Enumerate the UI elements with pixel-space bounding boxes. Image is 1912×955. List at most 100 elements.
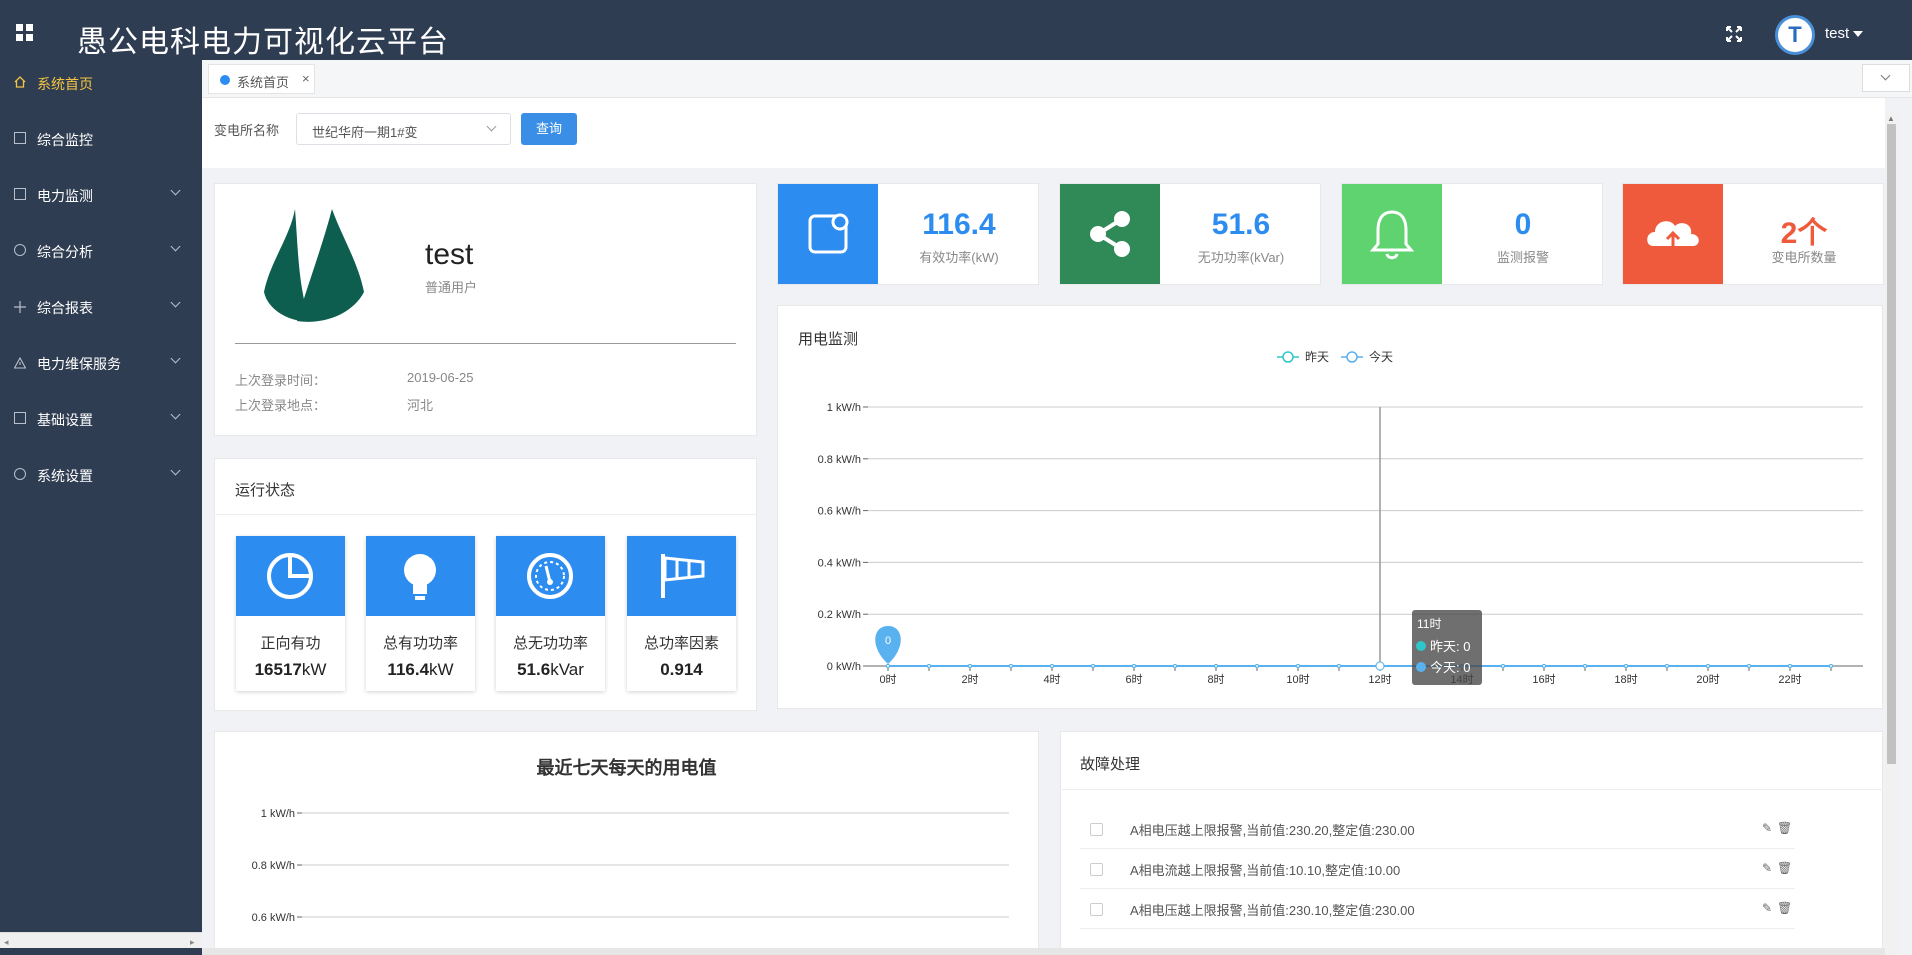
monitor-grid-icon	[14, 132, 26, 144]
chevron-down-icon	[170, 353, 181, 364]
data-point	[927, 664, 931, 668]
fault-checkbox[interactable]	[1090, 823, 1103, 836]
avatar[interactable]	[1775, 15, 1815, 55]
sidebar-item-home[interactable]: 系统首页	[0, 60, 202, 104]
data-point	[1132, 664, 1136, 668]
data-point	[1583, 664, 1587, 668]
run-item-value: 51.6	[517, 660, 551, 679]
sidebar-item-power-monitoring[interactable]: 电力监测	[0, 172, 202, 216]
data-point	[1050, 664, 1054, 668]
sidebar-item-basic-settings[interactable]: 基础设置	[0, 396, 202, 440]
run-item-power-factor: 总功率因素 0.914	[627, 536, 736, 691]
edit-icon[interactable]: ✎	[1762, 861, 1772, 875]
x-tick-label: 6时	[1125, 673, 1142, 686]
edit-icon[interactable]: ✎	[1762, 901, 1772, 915]
tooltip-marker	[1416, 662, 1426, 672]
y-tick-label: 0.6 kW/h	[818, 506, 861, 518]
data-point	[1214, 664, 1218, 668]
user-menu-name[interactable]: test	[1825, 25, 1849, 42]
bell-icon	[1342, 184, 1442, 284]
fault-row[interactable]: A相电压越上限报警,当前值:230.10,整定值:230.00 ✎ 🗑	[1080, 889, 1795, 929]
power-monitoring-chart[interactable]: 昨天 今天 0 kW/h 0.2 kW/h 0.4 kW/h 0.6 kW/h 0.8 kW…	[777, 305, 1883, 709]
stat-card-reactive-power[interactable]: 51.6 无功功率(kVar)	[1059, 183, 1321, 285]
user-name: test	[425, 238, 474, 271]
scroll-left-icon[interactable]: ◂	[4, 937, 9, 948]
bottom-strip	[202, 948, 1885, 955]
stat-card-alarms[interactable]: 0 监测报警	[1341, 183, 1603, 285]
stat-label: 变电所数量	[1771, 250, 1837, 265]
close-icon[interactable]: ×	[302, 71, 310, 86]
y-tick-label: 1 kW/h	[261, 808, 295, 820]
stat-label: 无功功率(kVar)	[1197, 250, 1285, 265]
sidebar-horizontal-scrollbar[interactable]: ◂ ▸	[0, 932, 202, 948]
tooltip-row: 昨天: 0	[1430, 639, 1470, 654]
data-point	[1009, 664, 1013, 668]
scroll-up-icon[interactable]: ▲	[1887, 114, 1895, 123]
edit-icon[interactable]: ✎	[1762, 821, 1772, 835]
warning-icon	[13, 356, 27, 369]
run-item-value-wrap: 116.4kW	[366, 660, 475, 680]
data-point	[1173, 664, 1177, 668]
y-tick-label: 0 kW/h	[827, 661, 861, 673]
run-item-label: 正向有功	[260, 635, 321, 652]
stat-label: 监测报警	[1496, 250, 1549, 265]
trash-icon[interactable]: 🗑	[1777, 861, 1792, 875]
sidebar-item-label: 系统设置	[37, 468, 93, 484]
sidebar-item-monitor[interactable]: 综合监控	[0, 116, 202, 160]
sidebar-item-label: 综合分析	[37, 244, 93, 260]
sidebar-item-reports[interactable]: 综合报表	[0, 284, 202, 328]
y-tick-label: 0.6 kW/h	[252, 912, 295, 924]
tabs-dropdown-button[interactable]	[1862, 64, 1910, 92]
x-tick-label: 10时	[1286, 673, 1309, 686]
x-tick-label: 18时	[1614, 673, 1637, 686]
home-icon	[14, 76, 26, 88]
run-item-value-wrap: 0.914	[627, 660, 736, 680]
data-point	[1788, 664, 1792, 668]
fault-message: A相电压越上限报警,当前值:230.20,整定值:230.00	[1130, 823, 1415, 838]
top-header: 愚公电科电力可视化云平台 test	[0, 0, 1912, 60]
menu-grid-icon[interactable]	[16, 24, 34, 42]
substation-select-value: 世纪华府一期1#变	[312, 125, 418, 140]
fault-row[interactable]: A相电流越上限报警,当前值:10.10,整定值:10.00 ✎ 🗑	[1080, 849, 1795, 889]
fault-checkbox[interactable]	[1090, 903, 1103, 916]
share-icon	[1060, 184, 1160, 284]
run-item-value: 0.914	[660, 660, 703, 679]
fault-checkbox[interactable]	[1090, 863, 1103, 876]
substation-name-label: 变电所名称	[214, 123, 280, 138]
chevron-down-icon	[170, 465, 181, 476]
sidebar-item-maintenance[interactable]: 电力维保服务	[0, 340, 202, 384]
data-point	[1375, 661, 1385, 671]
last-login-time-label: 上次登录时间：	[235, 373, 327, 388]
sidebar-item-system-settings[interactable]: 系统设置	[0, 452, 202, 496]
fault-row[interactable]: A相电压越上限报警,当前值:230.20,整定值:230.00 ✎ 🗑	[1080, 809, 1795, 849]
tooltip-row: 今天: 0	[1430, 660, 1470, 675]
weekly-usage-chart[interactable]: 1 kW/h 0.8 kW/h 0.6 kW/h	[214, 731, 1039, 955]
run-item-value: 116.4	[387, 660, 430, 679]
scroll-right-icon[interactable]: ▸	[190, 937, 195, 948]
stat-card-active-power[interactable]: 116.4 有效功率(kW)	[777, 183, 1039, 285]
substation-select[interactable]: 世纪华府一期1#变	[296, 113, 511, 145]
trash-icon[interactable]: 🗑	[1777, 821, 1792, 835]
sidebar-item-label: 电力监测	[37, 188, 93, 204]
last-login-place-value: 河北	[407, 398, 434, 413]
fullscreen-icon[interactable]	[1725, 25, 1743, 43]
query-button[interactable]: 查询	[521, 113, 577, 145]
chevron-down-icon	[170, 185, 181, 196]
run-item-value-wrap: 16517kW	[236, 660, 345, 680]
data-point	[1665, 664, 1669, 668]
scrollbar-thumb[interactable]	[1887, 124, 1896, 764]
sidebar-item-analysis[interactable]: 综合分析	[0, 228, 202, 272]
x-tick-label: 2时	[961, 673, 978, 686]
trash-icon[interactable]: 🗑	[1777, 901, 1792, 915]
caret-down-icon[interactable]	[1853, 31, 1863, 37]
run-item-unit: kVar	[550, 660, 584, 679]
tab-home[interactable]: 系统首页 ×	[208, 64, 315, 94]
stat-value: 2个	[1780, 217, 1828, 250]
app-title: 愚公电科电力可视化云平台	[77, 25, 449, 60]
user-role: 普通用户	[425, 280, 478, 295]
stat-value: 116.4	[922, 208, 996, 241]
data-point	[968, 664, 972, 668]
stat-card-substations[interactable]: 2个 变电所数量	[1622, 183, 1884, 285]
stat-value: 0	[1514, 208, 1532, 241]
legend-marker	[1346, 351, 1358, 363]
